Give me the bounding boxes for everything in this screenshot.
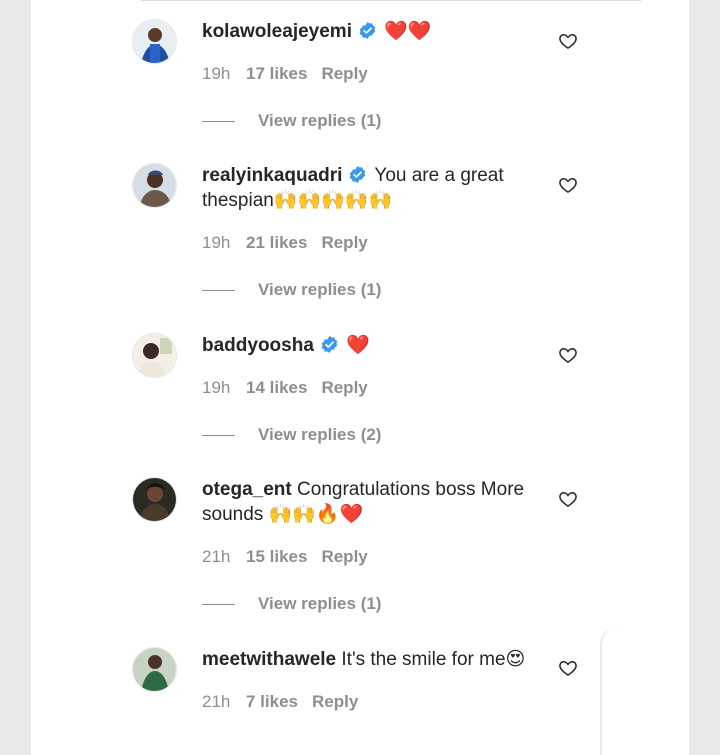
comment-likes[interactable]: 21 likes (246, 233, 307, 252)
view-replies-button[interactable]: View replies (2) (202, 425, 381, 445)
comment-emoji: ❤️❤️ (384, 20, 432, 42)
comment-body: baddyoosha ❤️ (202, 333, 537, 358)
heart-outline-icon[interactable] (558, 31, 578, 51)
view-replies-button[interactable]: View replies (1) (202, 111, 381, 131)
reply-button[interactable]: Reply (312, 692, 358, 711)
view-replies-label: View replies (1) (258, 280, 382, 299)
comment-username[interactable]: realyinkaquadri (202, 165, 342, 186)
comment-likes[interactable]: 15 likes (246, 547, 307, 566)
verified-badge-icon (320, 335, 339, 354)
comment-emoji: ❤️ (346, 334, 370, 356)
comments-panel: kolawoleajeyemi ❤️❤️ 19h 17 likes Reply Vi… (31, 0, 689, 755)
view-replies-label: View replies (1) (258, 111, 382, 130)
avatar[interactable] (132, 333, 177, 378)
overlay-panel-edge (600, 627, 689, 755)
comment-body: otega_ent Congratulations boss More soun… (202, 477, 537, 527)
replies-dash (202, 290, 235, 292)
comment-meta: 21h 15 likes Reply (202, 547, 368, 567)
comment-meta: 19h 17 likes Reply (202, 64, 368, 84)
comment-likes[interactable]: 17 likes (246, 64, 307, 83)
avatar[interactable] (132, 163, 177, 208)
comment-username[interactable]: meetwithawele (202, 649, 336, 670)
comment-likes[interactable]: 7 likes (246, 692, 298, 711)
heart-outline-icon[interactable] (558, 175, 578, 195)
comment-body: realyinkaquadri You are a great thespian… (202, 163, 537, 213)
comment-emoji: 🙌🙌🙌🙌🙌 (273, 189, 393, 211)
avatar[interactable] (132, 19, 177, 64)
comment-body: kolawoleajeyemi ❤️❤️ (202, 19, 537, 44)
view-replies-button[interactable]: View replies (1) (202, 280, 381, 300)
comment-body: meetwithawele It's the smile for me😍 (202, 647, 537, 672)
replies-dash (202, 121, 235, 123)
comment-emoji: 🙌🙌🔥❤️ (268, 503, 364, 525)
comment-time: 19h (202, 378, 231, 397)
comment-time: 19h (202, 64, 231, 83)
avatar[interactable] (132, 477, 177, 522)
comment-meta: 21h 7 likes Reply (202, 692, 358, 712)
top-divider (141, 0, 641, 1)
reply-button[interactable]: Reply (321, 233, 367, 252)
verified-badge-icon (358, 21, 377, 40)
comment-time: 21h (202, 692, 231, 711)
comment-time: 21h (202, 547, 231, 566)
heart-outline-icon[interactable] (558, 489, 578, 509)
comment-meta: 19h 14 likes Reply (202, 378, 368, 398)
avatar[interactable] (132, 647, 177, 692)
replies-dash (202, 604, 235, 606)
comment-emoji: 😍 (505, 648, 526, 670)
replies-dash (202, 435, 235, 437)
reply-button[interactable]: Reply (321, 378, 367, 397)
comment-username[interactable]: baddyoosha (202, 335, 314, 356)
comment-time: 19h (202, 233, 231, 252)
comment-likes[interactable]: 14 likes (246, 378, 307, 397)
reply-button[interactable]: Reply (321, 64, 367, 83)
comment-username[interactable]: otega_ent (202, 479, 292, 500)
view-replies-label: View replies (2) (258, 425, 382, 444)
comment-username[interactable]: kolawoleajeyemi (202, 21, 352, 42)
view-replies-label: View replies (1) (258, 594, 382, 613)
comment-meta: 19h 21 likes Reply (202, 233, 368, 253)
verified-badge-icon (348, 165, 367, 184)
heart-outline-icon[interactable] (558, 345, 578, 365)
reply-button[interactable]: Reply (321, 547, 367, 566)
heart-outline-icon[interactable] (558, 658, 578, 678)
view-replies-button[interactable]: View replies (1) (202, 594, 381, 614)
comment-text: It's the smile for me (341, 649, 506, 670)
